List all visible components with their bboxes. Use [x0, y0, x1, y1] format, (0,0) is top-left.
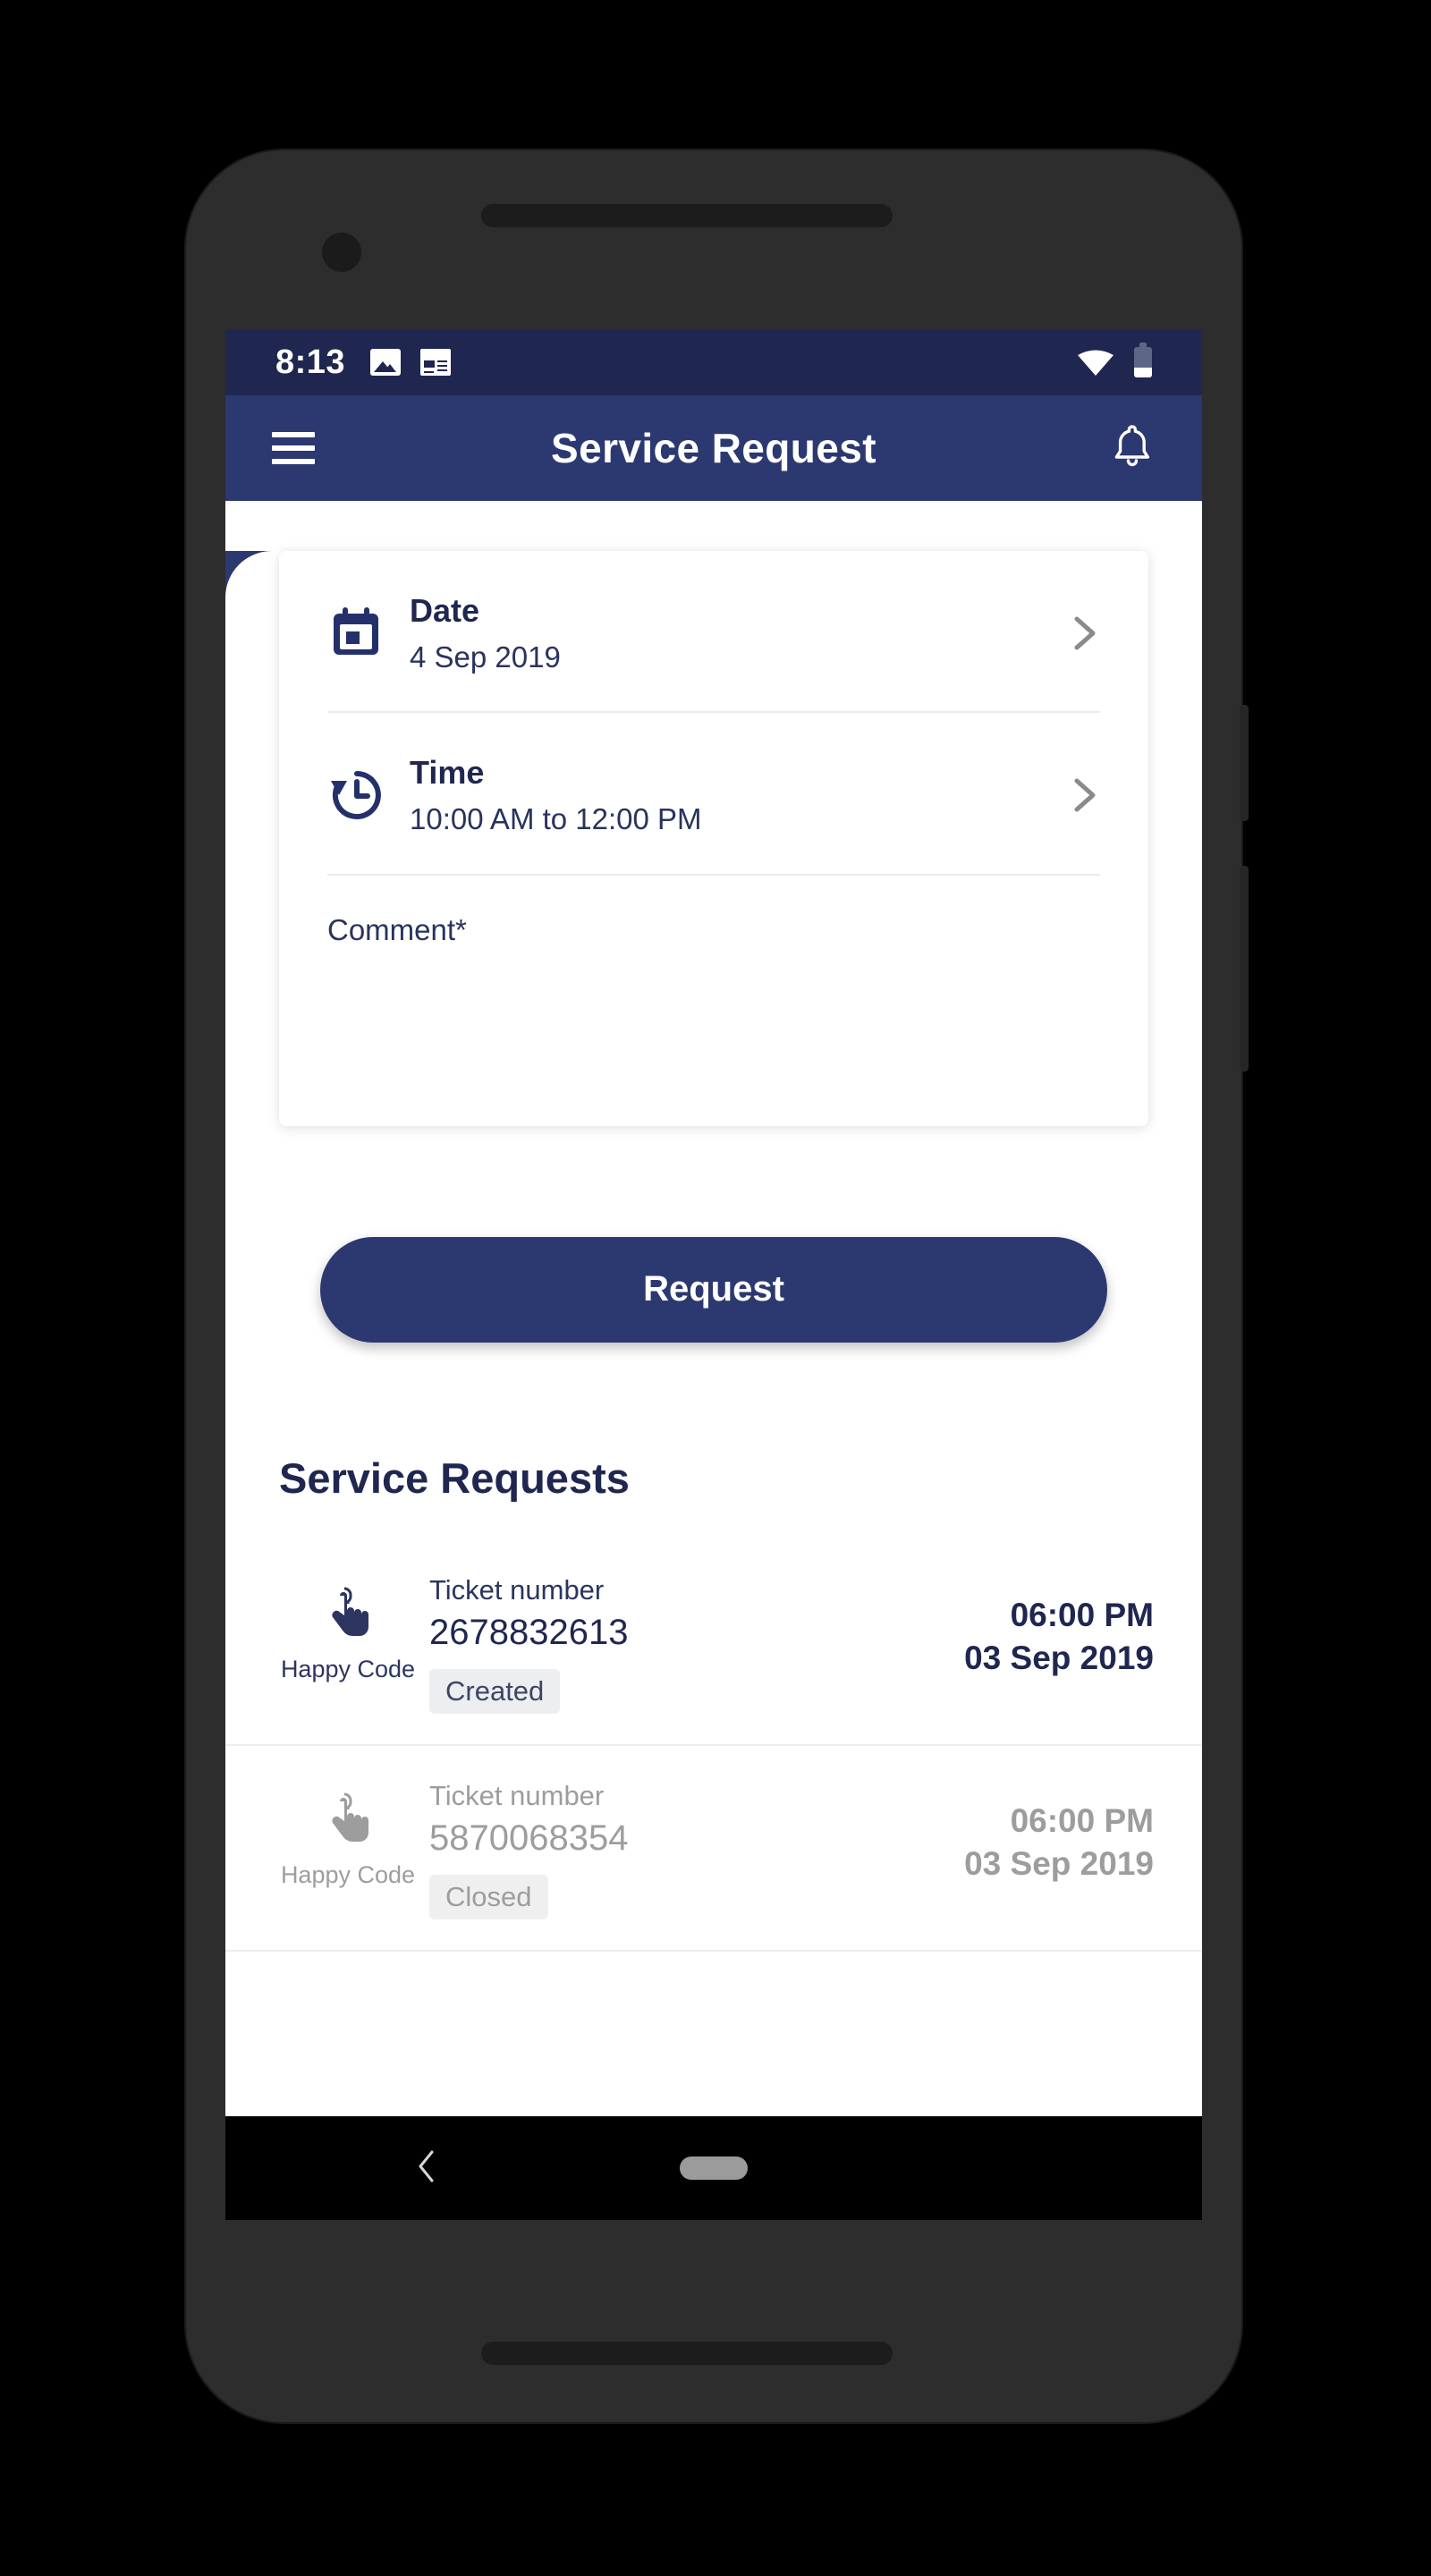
screenshot-root: 8:13 Service Request Date 4 Sep 2019 Tim… [0, 0, 1431, 2576]
side-button-power[interactable] [1240, 866, 1249, 1072]
image-icon [370, 349, 402, 376]
phone-screen: 8:13 Service Request Date 4 Sep 2019 Tim… [225, 329, 1202, 2116]
calendar-icon [327, 605, 410, 662]
battery-icon [1134, 343, 1152, 377]
date-label: Date [410, 592, 480, 629]
earpiece-speaker [481, 204, 893, 227]
request-date: 03 Sep 2019 [964, 1639, 1154, 1676]
status-bar-clock: 8:13 [275, 343, 346, 381]
time-picker-row[interactable]: Time 10:00 AM to 12:00 PM [327, 711, 1100, 873]
page-content: Date 4 Sep 2019 Time 10:00 AM to 12:00 P… [225, 551, 1202, 2116]
list-item[interactable]: Happy Code Ticket number 2678832613 Crea… [225, 1540, 1202, 1746]
time-label: Time [410, 754, 485, 792]
time-value: 10:00 AM to 12:00 PM [410, 802, 702, 836]
ticket-info: Ticket number 5870068354 Closed [429, 1776, 948, 1920]
side-button-volume[interactable] [1240, 705, 1249, 821]
service-requests-list: Happy Code Ticket number 2678832613 Crea… [225, 1540, 1202, 1953]
timestamp-block: 06:00 PM 03 Sep 2019 [948, 1571, 1154, 1680]
ticket-info: Ticket number 2678832613 Created [429, 1571, 948, 1714]
android-navigation-bar [225, 2116, 1202, 2220]
status-bar-system-icons [1077, 343, 1152, 377]
timestamp-block: 06:00 PM 03 Sep 2019 [948, 1776, 1154, 1885]
date-value: 4 Sep 2019 [410, 640, 561, 674]
comment-field-group: Comment* [279, 876, 1148, 1126]
home-pill-indicator[interactable] [680, 2157, 748, 2180]
ticket-number-value: 5870068354 [429, 1818, 629, 1859]
ticket-number-label: Ticket number [429, 1573, 605, 1606]
service-requests-heading: Service Requests [279, 1453, 630, 1502]
comment-input[interactable] [327, 947, 1100, 1126]
tap-hand-icon [323, 1789, 373, 1851]
bell-icon[interactable] [1111, 423, 1154, 474]
list-item[interactable]: Happy Code Ticket number 5870068354 Clos… [225, 1746, 1202, 1953]
page-title: Service Request [551, 425, 876, 471]
front-camera [322, 233, 361, 272]
status-bar-notification-icons [370, 349, 452, 376]
wifi-icon [1077, 348, 1114, 377]
status-bar: 8:13 [225, 329, 1202, 395]
bottom-speaker [481, 2342, 893, 2365]
service-request-form-card: Date 4 Sep 2019 Time 10:00 AM to 12:00 P… [279, 551, 1148, 1126]
app-bar: Service Request [225, 395, 1202, 501]
chevron-right-icon[interactable] [1064, 612, 1100, 655]
ticket-number-value: 2678832613 [429, 1612, 629, 1652]
tap-hand-icon [323, 1583, 373, 1645]
request-time: 06:00 PM [1010, 1596, 1154, 1633]
ticket-number-label: Ticket number [429, 1779, 605, 1811]
request-button[interactable]: Request [320, 1236, 1107, 1343]
request-date: 03 Sep 2019 [964, 1844, 1154, 1882]
happy-code-label: Happy Code [280, 1655, 416, 1682]
happy-code-column: Happy Code [267, 1571, 429, 1683]
happy-code-column: Happy Code [267, 1776, 429, 1889]
news-icon [420, 349, 452, 376]
status-badge: Closed [429, 1875, 548, 1920]
back-chevron-icon[interactable] [413, 2147, 440, 2190]
submit-row: Request [225, 1236, 1202, 1343]
request-time: 06:00 PM [1010, 1801, 1154, 1839]
time-text-block: Time 10:00 AM to 12:00 PM [410, 752, 1064, 837]
comment-label: Comment* [327, 912, 467, 946]
status-badge: Created [429, 1668, 561, 1714]
date-picker-row[interactable]: Date 4 Sep 2019 [327, 551, 1100, 711]
chevron-right-icon[interactable] [1064, 774, 1100, 817]
history-clock-icon [327, 766, 410, 825]
happy-code-label: Happy Code [280, 1860, 416, 1888]
date-text-block: Date 4 Sep 2019 [410, 590, 1064, 675]
content-surface: Date 4 Sep 2019 Time 10:00 AM to 12:00 P… [225, 551, 1202, 1953]
